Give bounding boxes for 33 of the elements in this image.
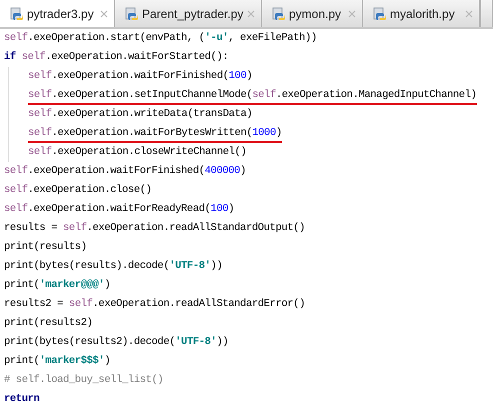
close-icon[interactable]: [348, 10, 356, 18]
code-line: print('marker@@@'): [4, 278, 110, 293]
code-line: results2 = self.exeOperation.readAllStandardError(): [4, 297, 305, 312]
code-line: # self.load_buy_sell_list(): [4, 373, 164, 388]
code-line: self.exeOperation.close(): [4, 183, 152, 198]
code-line: print(results2): [4, 316, 93, 331]
code-line: print(results): [4, 240, 87, 255]
code-line: self.exeOperation.waitForFinished(100): [28, 69, 252, 84]
code-line: if self.exeOperation.waitForStarted():: [4, 50, 228, 65]
file-icon: [373, 6, 387, 20]
file-tab[interactable]: Parent_pytrader.py: [115, 0, 262, 27]
code-line: self.exeOperation.closeWriteChannel(): [28, 145, 246, 160]
file-icon: [272, 6, 286, 20]
code-line: self.exeOperation.writeData(transData): [28, 107, 252, 122]
code-line: results = self.exeOperation.readAllStandardOutput(): [4, 221, 305, 236]
file-icon: [125, 6, 139, 20]
file-tab[interactable]: pytrader3.py: [0, 0, 115, 27]
code-line: print(bytes(results2).decode('UTF-8')): [4, 335, 228, 350]
code-line: self.exeOperation.setInputChannelMode(self.exeOperation.ManagedInputChannel): [28, 86, 476, 105]
file-icon: [10, 6, 24, 20]
file-tab[interactable]: pymon.py: [262, 0, 363, 27]
code-line: self.exeOperation.waitForBytesWritten(1000): [28, 124, 282, 143]
file-tab[interactable]: myalorith.py: [363, 0, 480, 27]
close-icon[interactable]: [465, 10, 473, 18]
code-line: print('marker$$$'): [4, 354, 110, 369]
code-line: self.exeOperation.start(envPath, ('-u', exeFilePath)): [4, 31, 317, 46]
code-line: self.exeOperation.waitForFinished(400000): [4, 164, 246, 179]
close-icon[interactable]: [247, 10, 255, 18]
code-line: return: [4, 392, 40, 407]
code-line: print(bytes(results).decode('UTF-8')): [4, 259, 222, 274]
code-line: self.exeOperation.waitForReadyRead(100): [4, 202, 234, 217]
file-tab[interactable]: [480, 0, 493, 27]
close-icon[interactable]: [100, 10, 108, 18]
